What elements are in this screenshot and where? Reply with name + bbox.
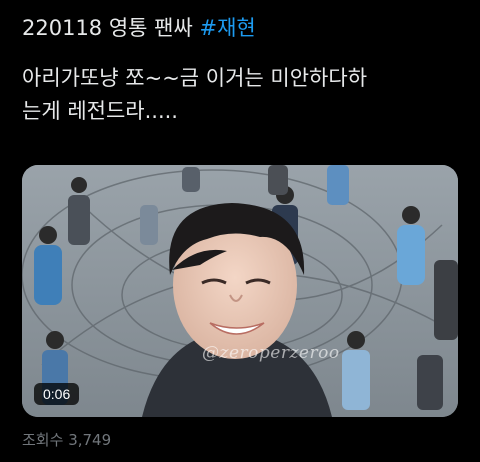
- tweet-date: 220118: [22, 16, 103, 40]
- view-count: 조회수 3,749: [22, 429, 111, 450]
- video-player[interactable]: @zeroperzeroo 0:06: [22, 165, 458, 417]
- hashtag-link[interactable]: #재현: [200, 16, 256, 40]
- tweet-text-line-2: 는게 레전드라.....: [22, 99, 178, 123]
- views-count: 3,749: [68, 431, 112, 449]
- tweet-text-line-1: 아리가또냥 쪼~~금 이거는 미안하다하: [22, 66, 368, 90]
- tweet-header-text: 영통 팬싸: [108, 16, 193, 40]
- video-thumbnail: [22, 165, 458, 417]
- tweet-header: 220118 영통 팬싸 #재현: [22, 14, 256, 42]
- video-watermark: @zeroperzeroo: [202, 343, 340, 363]
- tweet-text: 아리가또냥 쪼~~금 이거는 미안하다하 는게 레전드라.....: [22, 62, 462, 128]
- video-duration-badge: 0:06: [34, 383, 80, 405]
- views-label: 조회수: [22, 431, 64, 449]
